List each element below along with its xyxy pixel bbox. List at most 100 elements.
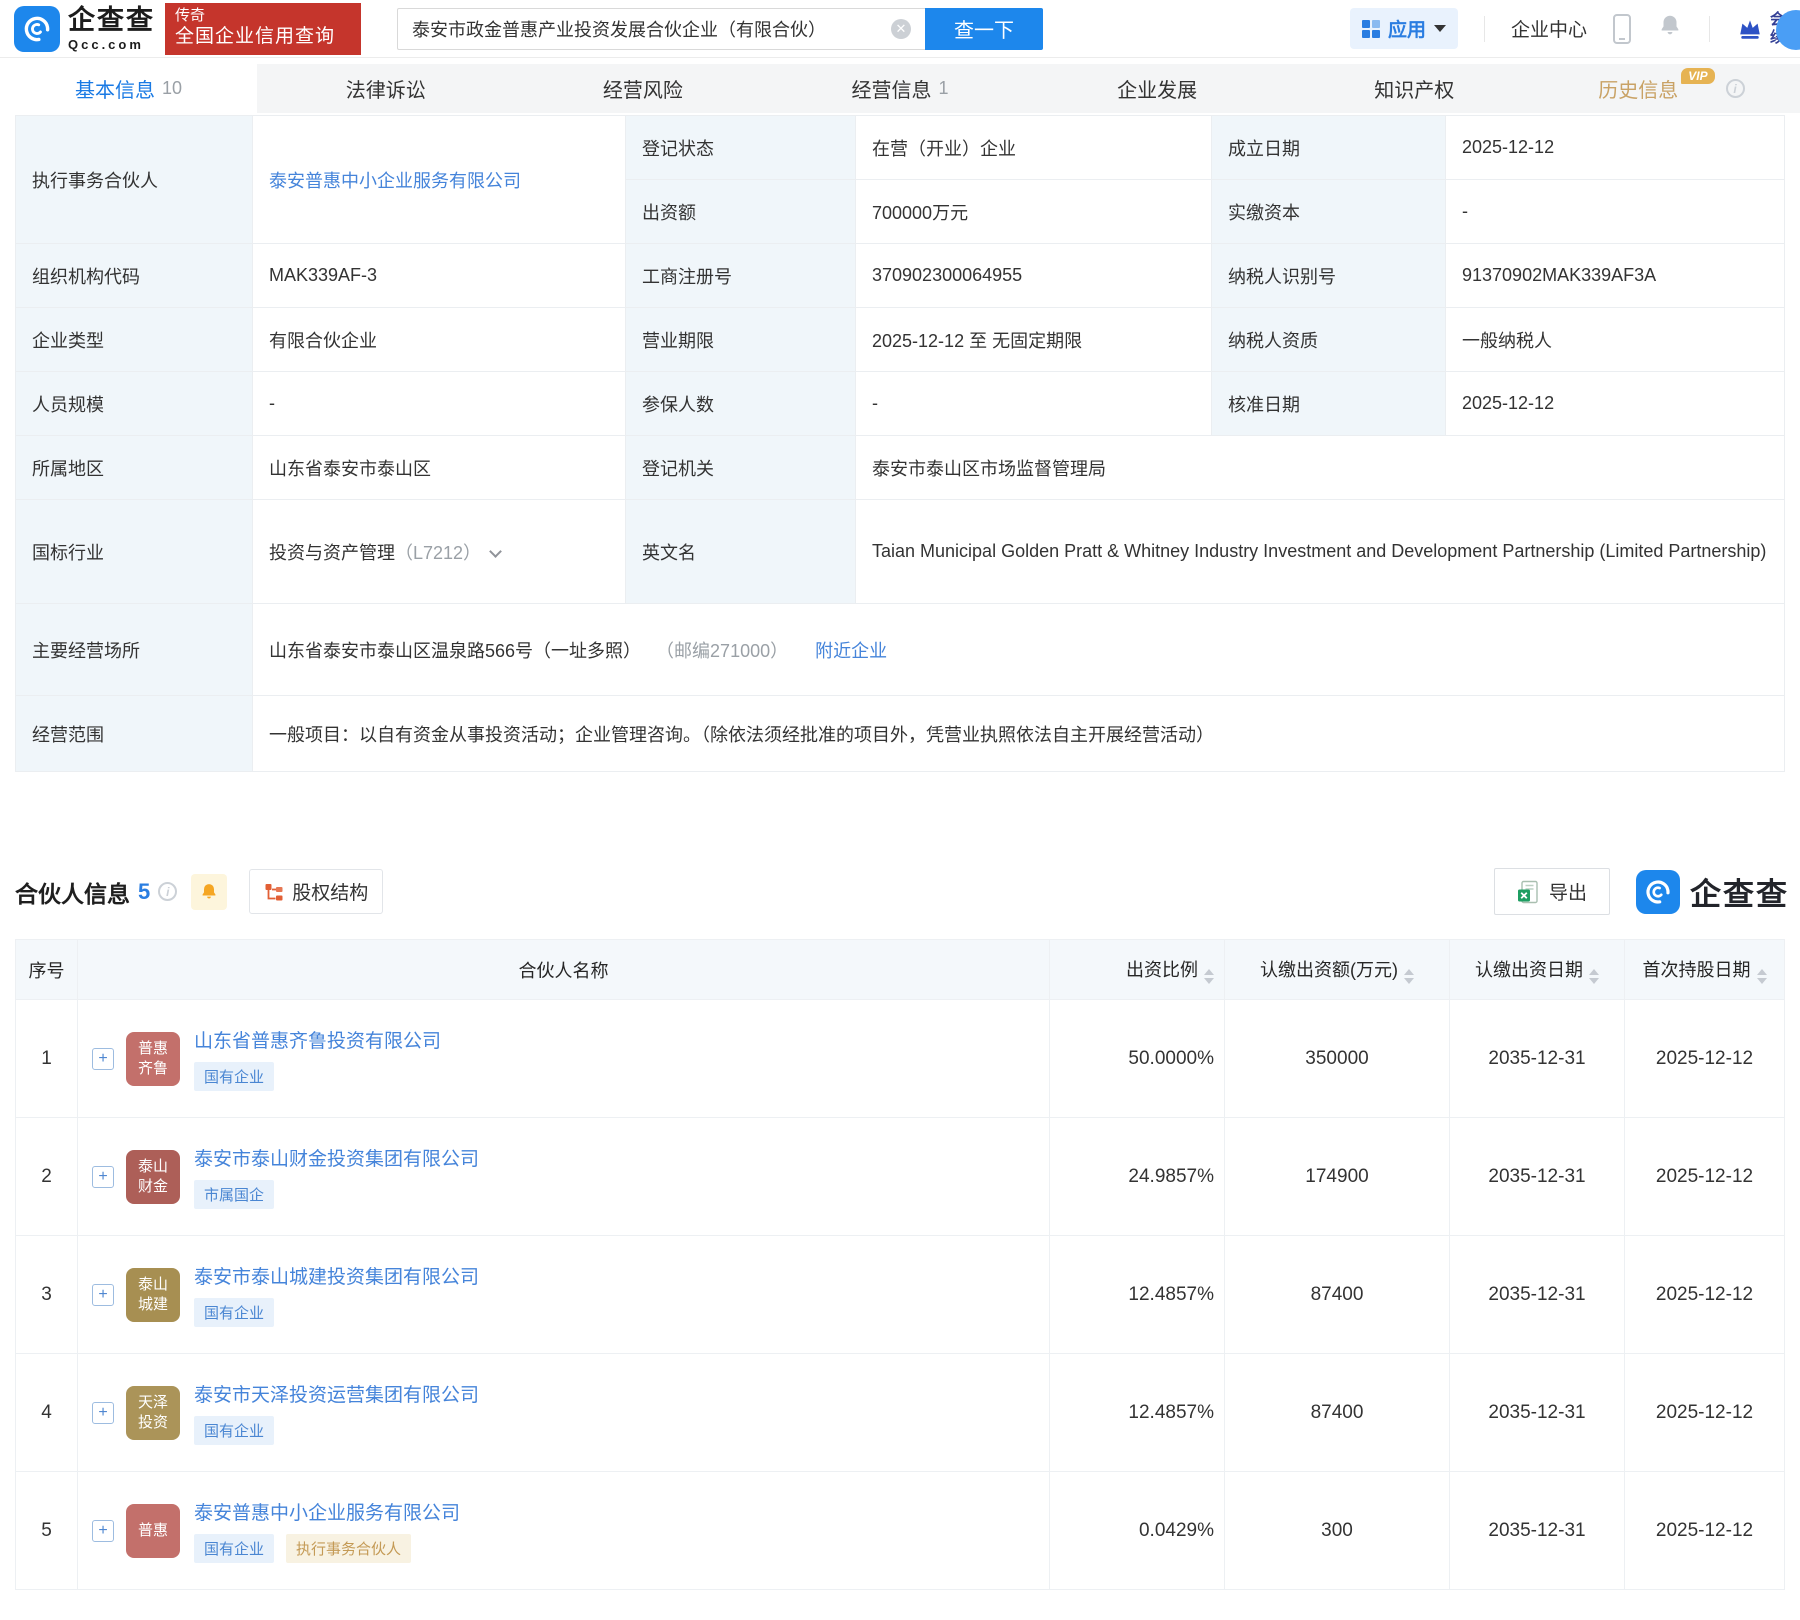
col-amount-sort[interactable]: 认缴出资额(万元) xyxy=(1224,939,1450,1000)
field-label: 主要经营场所 xyxy=(15,603,253,696)
sort-icon xyxy=(1404,968,1414,984)
ratio-value: 12.4857% xyxy=(1049,1235,1225,1354)
row-seq: 3 xyxy=(15,1235,78,1354)
sort-icon xyxy=(1204,968,1214,984)
basic-info-table: 执行事务合伙人 泰安普惠中小企业服务有限公司 登记状态 在营（开业）企业 成立日… xyxy=(15,115,1785,772)
field-value: 91370902MAK339AF3A xyxy=(1445,243,1785,308)
field-label: 所属地区 xyxy=(15,435,253,500)
partner-name-link[interactable]: 山东省普惠齐鲁投资有限公司 xyxy=(194,1031,441,1052)
col-seq: 序号 xyxy=(15,939,78,1000)
industry-cell: 投资与资产管理（L7212） xyxy=(252,499,626,604)
field-value: - xyxy=(252,371,626,436)
clear-search-icon[interactable]: ✕ xyxy=(891,18,911,39)
field-value: MAK339AF-3 xyxy=(252,243,626,308)
col-ratio-sort[interactable]: 出资比例 xyxy=(1049,939,1225,1000)
nearby-companies-link[interactable]: 附近企业 xyxy=(815,641,887,661)
sort-icon xyxy=(1589,968,1599,984)
partners-table: 序号 合伙人名称 出资比例 认缴出资额(万元) 认缴出资日期 首次持股日期 1 … xyxy=(15,939,1785,1590)
field-label: 登记机关 xyxy=(625,435,856,500)
search-button[interactable]: 查一下 xyxy=(925,7,1043,50)
partner-avatar: 普惠 xyxy=(126,1503,180,1558)
partner-avatar: 泰山城建 xyxy=(126,1267,180,1322)
field-label: 英文名 xyxy=(625,499,856,604)
partner-name-link[interactable]: 泰安市泰山财金投资集团有限公司 xyxy=(194,1149,479,1170)
field-value: - xyxy=(1445,179,1785,244)
partners-section-header: 合伙人信息 5 i 股权结构 导出 企查查 xyxy=(15,868,1787,915)
amount-value: 87400 xyxy=(1224,1353,1450,1472)
field-label: 国标行业 xyxy=(15,499,253,604)
qcc-logo[interactable]: 企查查 Qcc.com xyxy=(14,5,155,52)
tab-bar: 基本信息 10 法律诉讼 经营风险 经营信息 1 企业发展 知识产权 历史信息 VI… xyxy=(0,64,1800,113)
expand-button[interactable]: + xyxy=(92,1047,114,1070)
excel-icon xyxy=(1517,880,1538,903)
partner-name-link[interactable]: 泰安市天泽投资运营集团有限公司 xyxy=(194,1385,479,1406)
tab-operation[interactable]: 经营信息 1 xyxy=(771,64,1028,113)
enterprise-center-link[interactable]: 企业中心 xyxy=(1511,15,1587,42)
crown-icon xyxy=(1740,19,1760,39)
tab-ip[interactable]: 知识产权 xyxy=(1286,64,1543,113)
field-value: 山东省泰安市泰山区 xyxy=(252,435,626,500)
mobile-app-icon[interactable] xyxy=(1612,13,1631,44)
monitor-bell-button[interactable] xyxy=(191,873,228,910)
expand-button[interactable]: + xyxy=(92,1283,114,1306)
date-value: 2035-12-31 xyxy=(1449,999,1625,1118)
tab-risk[interactable]: 经营风险 xyxy=(514,64,771,113)
field-value: 有限合伙企业 xyxy=(252,307,626,372)
notification-bell-icon[interactable] xyxy=(1657,13,1683,44)
field-label: 营业期限 xyxy=(625,307,856,372)
field-label: 企业类型 xyxy=(15,307,253,372)
partner-tag: 国有企业 xyxy=(194,1534,275,1563)
field-value: Taian Municipal Golden Pratt & Whitney I… xyxy=(855,499,1785,604)
extension-badge: 传奇 全国企业信用查询 xyxy=(165,2,361,55)
first-date-value: 2025-12-12 xyxy=(1624,1353,1785,1472)
field-label: 纳税人资质 xyxy=(1211,307,1446,372)
expand-button[interactable]: + xyxy=(92,1165,114,1188)
partner-row: 4 + 天泽投资 泰安市天泽投资运营集团有限公司 国有企业 12.4857% 8… xyxy=(15,1353,1785,1472)
export-button[interactable]: 导出 xyxy=(1493,868,1610,915)
partner-name-link[interactable]: 泰安普惠中小企业服务有限公司 xyxy=(194,1503,460,1524)
field-value: 一般项目：以自有资金从事投资活动；企业管理咨询。（除依法须经批准的项目外，凭营业… xyxy=(252,695,1785,772)
col-date-sort[interactable]: 认缴出资日期 xyxy=(1449,939,1625,1000)
partner-row: 5 + 普惠 泰安普惠中小企业服务有限公司 国有企业 执行事务合伙人 0.042… xyxy=(15,1471,1785,1590)
ratio-value: 24.9857% xyxy=(1049,1117,1225,1236)
expand-button[interactable]: + xyxy=(92,1519,114,1542)
first-date-value: 2025-12-12 xyxy=(1624,1117,1785,1236)
partner-avatar: 泰山财金 xyxy=(126,1149,180,1204)
row-seq: 1 xyxy=(15,999,78,1118)
field-label: 核准日期 xyxy=(1211,371,1446,436)
amount-value: 87400 xyxy=(1224,1235,1450,1354)
search-input[interactable] xyxy=(397,7,925,50)
equity-structure-button[interactable]: 股权结构 xyxy=(249,869,384,914)
field-label: 纳税人识别号 xyxy=(1211,243,1446,308)
apps-menu[interactable]: 应用 xyxy=(1349,8,1458,49)
ratio-value: 12.4857% xyxy=(1049,1353,1225,1472)
partners-actions: 导出 企查查 xyxy=(1493,868,1787,915)
qcc-logo-icon xyxy=(14,5,60,52)
partner-tag: 国有企业 xyxy=(194,1416,275,1445)
field-label: 工商注册号 xyxy=(625,243,856,308)
partner-row: 1 + 普惠齐鲁 山东省普惠齐鲁投资有限公司 国有企业 50.0000% 350… xyxy=(15,999,1785,1118)
field-value: 2025-12-12 xyxy=(1445,115,1785,180)
partner-name-link[interactable]: 泰安市泰山城建投资集团有限公司 xyxy=(194,1267,479,1288)
tab-history[interactable]: 历史信息 VIP i xyxy=(1543,64,1800,113)
amount-value: 174900 xyxy=(1224,1117,1450,1236)
date-value: 2035-12-31 xyxy=(1449,1117,1625,1236)
first-date-value: 2025-12-12 xyxy=(1624,1471,1785,1590)
partner-row: 2 + 泰山财金 泰安市泰山财金投资集团有限公司 市属国企 24.9857% 1… xyxy=(15,1117,1785,1236)
chevron-down-icon[interactable] xyxy=(489,544,502,558)
address-cell: 山东省泰安市泰山区温泉路566号（一址多照） （邮编271000） 附近企业 xyxy=(252,603,1785,696)
tab-legal[interactable]: 法律诉讼 xyxy=(257,64,514,113)
partner-tag: 市属国企 xyxy=(194,1180,275,1209)
col-first-sort[interactable]: 首次持股日期 xyxy=(1624,939,1785,1000)
tab-basic-info[interactable]: 基本信息 10 xyxy=(0,64,258,113)
expand-button[interactable]: + xyxy=(92,1401,114,1424)
row-seq: 4 xyxy=(15,1353,78,1472)
row-seq: 2 xyxy=(15,1117,78,1236)
tab-development[interactable]: 企业发展 xyxy=(1029,64,1286,113)
field-value: 泰安市泰山区市场监督管理局 xyxy=(855,435,1785,500)
apps-grid-icon xyxy=(1361,19,1380,38)
field-value: 在营（开业）企业 xyxy=(855,115,1212,180)
info-icon[interactable]: i xyxy=(1725,79,1745,98)
info-icon[interactable]: i xyxy=(158,882,178,901)
partners-table-header-row: 序号 合伙人名称 出资比例 认缴出资额(万元) 认缴出资日期 首次持股日期 xyxy=(15,939,1785,1000)
